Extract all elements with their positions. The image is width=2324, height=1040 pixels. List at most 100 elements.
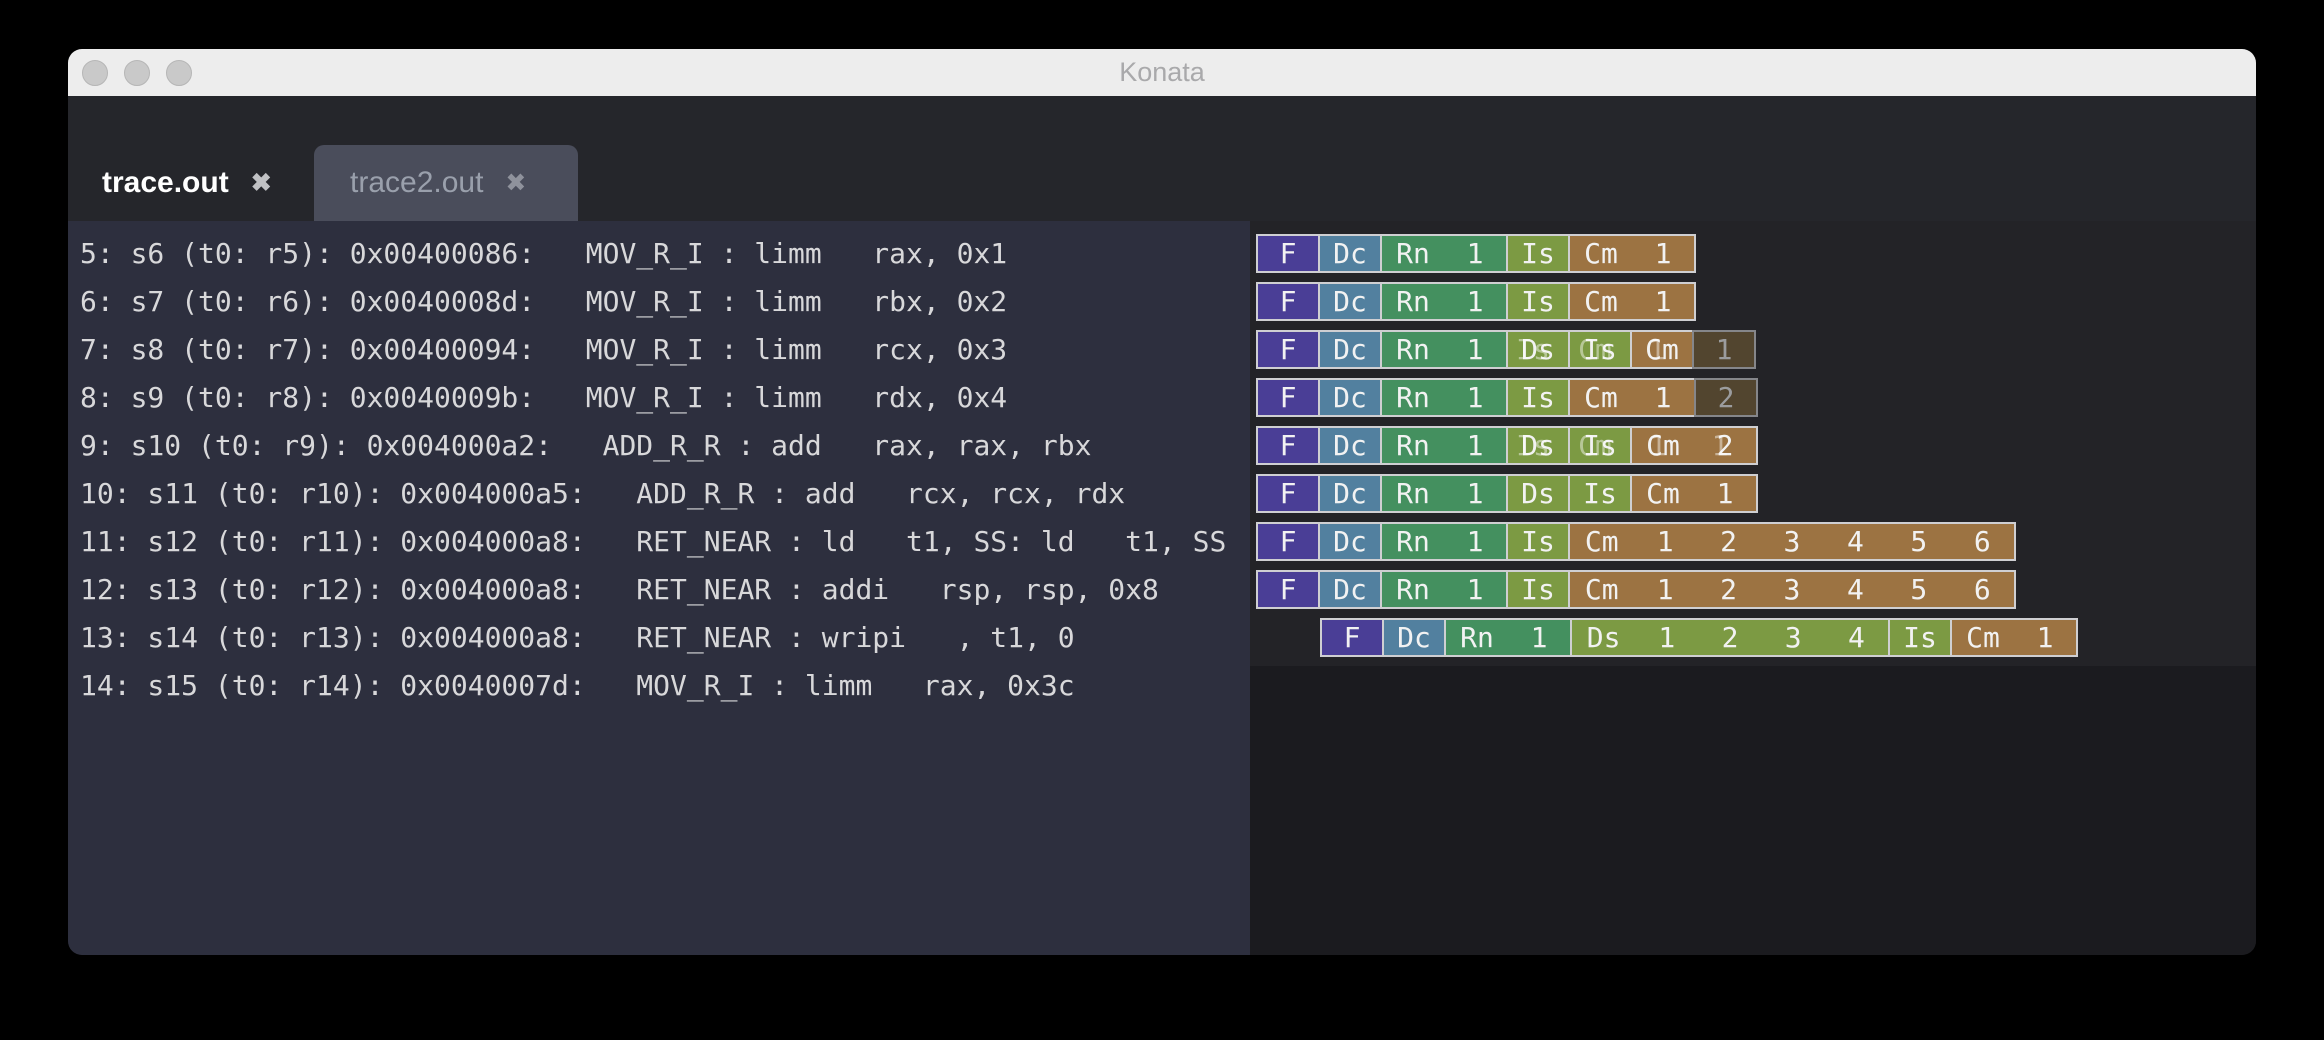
pipeline-stage-span-Rn: Rn1 — [1380, 282, 1508, 321]
pipeline-cell: 2 — [1698, 620, 1761, 655]
trace-line: 11: s12 (t0: r11): 0x004000a8: RET_NEAR … — [80, 518, 1226, 566]
pipeline-cell: 1 — [1444, 380, 1506, 415]
pipeline-stage-span-Dc: Dc — [1318, 282, 1382, 321]
tab-bar: trace.out ✖ trace2.out ✖ — [68, 96, 2256, 221]
pipeline-cell: 1 — [1444, 428, 1506, 463]
pipeline-cell: 3 — [1762, 620, 1825, 655]
pipeline-stage-span-Rn: Rn1 — [1380, 426, 1508, 465]
pipeline-stage-span-Cm: Cm123456 — [1568, 570, 2016, 609]
pipeline-stage-span-faded: 2 — [1694, 378, 1758, 417]
trace-line: 14: s15 (t0: r14): 0x0040007d: MOV_R_I :… — [80, 662, 1226, 710]
pipeline-cell: 1 — [1694, 476, 1756, 511]
pipeline-cell: Cm — [1570, 284, 1632, 319]
pipeline-cell-ghost-label: Cm — [1565, 428, 1625, 463]
pipeline-stage-span-Rn: Rn1 — [1380, 474, 1508, 513]
pipeline-cell: Dc — [1320, 284, 1380, 319]
pipeline-stage-span-Dc: Dc — [1318, 522, 1382, 561]
pipeline-row: FDcRn1DsIsIsCmCm11 — [1256, 330, 1756, 369]
pipeline-stage-span-Ds: Ds1234 — [1570, 618, 1890, 657]
pipeline-cell: Dc — [1320, 428, 1380, 463]
pipeline-cell: DsIs — [1508, 428, 1568, 463]
trace-line: 5: s6 (t0: r5): 0x00400086: MOV_R_I : li… — [80, 230, 1226, 278]
tab-trace2-out[interactable]: trace2.out ✖ — [314, 145, 578, 221]
pipeline-cell: 4 — [1825, 620, 1888, 655]
pipeline-cell-ghost-label: Is — [1503, 428, 1563, 463]
pipeline-cell: Dc — [1320, 524, 1380, 559]
pipeline-stage-span-Is: Is — [1506, 522, 1570, 561]
pipeline-cell-ghost-label: 1 — [1627, 428, 1689, 463]
pipeline-cell: 21 — [1694, 428, 1756, 463]
pipeline-stage-span-Is: Is — [1568, 474, 1632, 513]
pipeline-stage-span-Is: Is — [1506, 378, 1570, 417]
pipeline-stage-span-Is: DsIs — [1506, 426, 1570, 465]
pipeline-cell: Is — [1508, 236, 1568, 271]
pipeline-cell: Dc — [1320, 572, 1380, 607]
pipeline-cell: Cm1 — [1632, 332, 1692, 367]
tab-trace-out[interactable]: trace.out ✖ — [68, 145, 314, 221]
pipeline-cell: 1 — [1444, 284, 1506, 319]
pipeline-pane[interactable]: FDcRn1IsCm1FDcRn1IsCm1FDcRn1DsIsIsCmCm11… — [1250, 221, 2256, 955]
pipeline-cell: F — [1258, 380, 1318, 415]
pipeline-stage-span-Is: Is — [1506, 234, 1570, 273]
trace-line: 7: s8 (t0: r7): 0x00400094: MOV_R_I : li… — [80, 326, 1226, 374]
minimize-window-button[interactable] — [124, 60, 150, 86]
pipeline-cell: Dc — [1384, 620, 1444, 655]
title-bar[interactable]: Konata — [68, 49, 2256, 96]
tab-label: trace.out — [102, 166, 229, 200]
pipeline-row: FDcRn1IsCm123456 — [1256, 522, 2016, 561]
pipeline-cell-ghost-label: 1 — [1689, 428, 1751, 463]
pipeline-row: FDcRn1IsCm12 — [1256, 378, 1758, 417]
pipeline-cell: Is — [1890, 620, 1950, 655]
pipeline-cell: 1 — [1635, 620, 1698, 655]
pipeline-cell: 1 — [1633, 524, 1696, 559]
pipeline-cell: F — [1258, 524, 1318, 559]
pipeline-cell-ghost-label: Cm — [1565, 332, 1625, 367]
trace-line: 6: s7 (t0: r6): 0x0040008d: MOV_R_I : li… — [80, 278, 1226, 326]
pipeline-cell: Dc — [1320, 380, 1380, 415]
tab-close-icon[interactable]: ✖ — [251, 168, 272, 198]
pipeline-cell: Ds — [1572, 620, 1635, 655]
pipeline-cell: Ds — [1508, 476, 1568, 511]
pipeline-stage-span-Is: Is — [1888, 618, 1952, 657]
pipeline-stage-span-F: F — [1320, 618, 1384, 657]
pipeline-stage-span-Dc: Dc — [1318, 474, 1382, 513]
pipeline-row: FDcRn1DsIsIsCmCm121 — [1256, 426, 1758, 465]
pipeline-cell: Cm1 — [1632, 428, 1694, 463]
pipeline-stage-span-Ds: Ds — [1506, 474, 1570, 513]
trace-line: 10: s11 (t0: r10): 0x004000a5: ADD_R_R :… — [80, 470, 1226, 518]
trace-text-pane[interactable]: 5: s6 (t0: r5): 0x00400086: MOV_R_I : li… — [68, 221, 1250, 955]
pipeline-cell: 1 — [1632, 236, 1694, 271]
pipeline-cell: Rn — [1382, 428, 1444, 463]
pipeline-stage-span-F: F — [1256, 474, 1320, 513]
close-window-button[interactable] — [82, 60, 108, 86]
pipeline-cell: 1 — [1632, 284, 1694, 319]
pipeline-cell: Cm — [1570, 380, 1632, 415]
pipeline-cell: Is — [1508, 572, 1568, 607]
pipeline-cell: 2 — [1697, 524, 1760, 559]
pipeline-stage-span-Is: DsIs — [1506, 330, 1570, 369]
pipeline-cell: 5 — [1887, 572, 1950, 607]
pipeline-cell: Rn — [1382, 380, 1444, 415]
pipeline-cell: 1 — [1444, 236, 1506, 271]
pipeline-cell: F — [1258, 428, 1318, 463]
pipeline-cell: 3 — [1760, 524, 1823, 559]
pipeline-stage-span-Rn: Rn1 — [1380, 522, 1508, 561]
pipeline-cell: 4 — [1824, 572, 1887, 607]
pipeline-stage-span-Cm: Cm1 — [1568, 378, 1696, 417]
tab-close-icon[interactable]: ✖ — [505, 168, 526, 198]
pipeline-cell: Rn — [1382, 332, 1444, 367]
zoom-window-button[interactable] — [166, 60, 192, 86]
pipeline-cell: Dc — [1320, 476, 1380, 511]
pipeline-cell: 2 — [1697, 572, 1760, 607]
pipeline-cell: 5 — [1887, 524, 1950, 559]
pipeline-cell: Cm — [1952, 620, 2014, 655]
pipeline-stage-span-Rn: Rn1 — [1380, 570, 1508, 609]
trace-lines: 5: s6 (t0: r5): 0x00400086: MOV_R_I : li… — [80, 230, 1226, 710]
pipeline-cell: DsIs — [1508, 332, 1568, 367]
pipeline-cell: 1 — [1444, 332, 1506, 367]
pipeline-row: FDcRn1DsIsCm1 — [1256, 474, 1758, 513]
pipeline-stage-span-Dc: Dc — [1318, 330, 1382, 369]
pipeline-cell: IsCm — [1570, 428, 1630, 463]
pipeline-stage-span-F: F — [1256, 522, 1320, 561]
pipeline-stage-span-Cm: Cm1 — [1568, 234, 1696, 273]
